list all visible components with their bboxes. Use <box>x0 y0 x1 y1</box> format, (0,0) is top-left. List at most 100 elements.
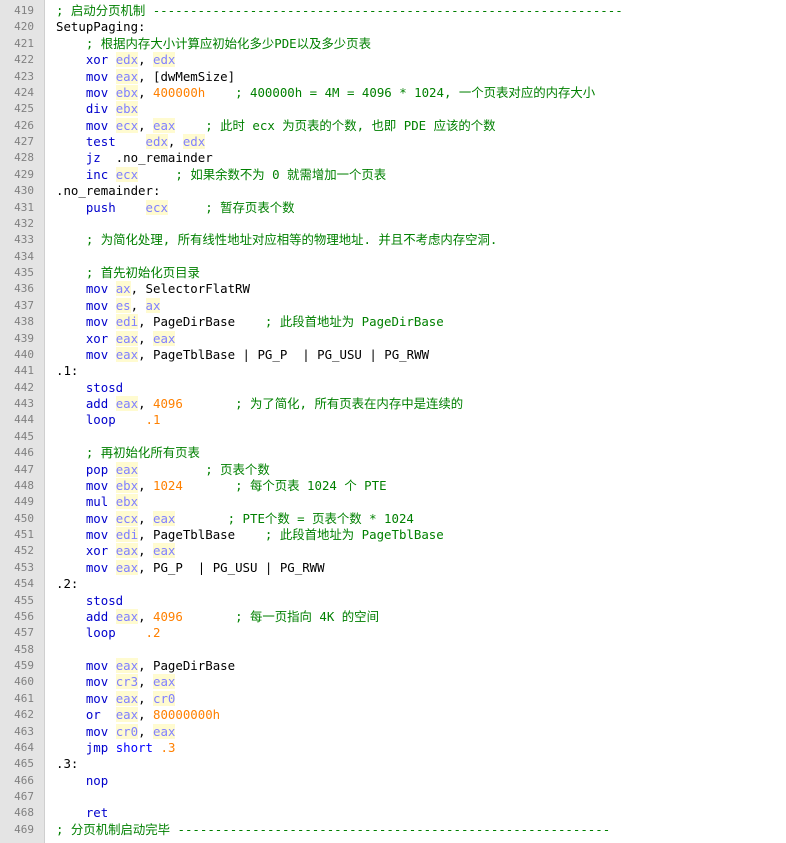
code-token: , <box>138 608 154 624</box>
code-line[interactable]: 455 stosd <box>0 593 786 609</box>
line-number: 469 <box>14 822 34 836</box>
instruction-token: stosd <box>85 379 124 395</box>
code-line[interactable]: 446 ; 再初始化所有页表 <box>0 445 786 461</box>
code-line[interactable]: 462 or eax, 80000000h <box>0 707 786 723</box>
code-line[interactable]: 468 ret <box>0 805 786 821</box>
code-text: add eax, 4096 ; 为了简化, 所有页表在内存中是连续的 <box>56 396 463 412</box>
code-line[interactable]: 469 ; 分页机制启动完毕 --------------------------… <box>0 822 786 838</box>
code-line[interactable]: 438 mov edi, PageDirBase ; 此段首地址为 PageDi… <box>0 314 786 330</box>
code-line[interactable]: 459 mov eax, PageDirBase <box>0 658 786 674</box>
code-line[interactable]: 440 mov eax, PageTblBase | PG_P | PG_USU… <box>0 346 786 363</box>
code-line[interactable]: 454 .2: <box>0 576 786 592</box>
code-line[interactable]: 464 jmp short .3 <box>0 740 786 756</box>
label-token: .no_remainder: <box>56 183 161 199</box>
code-line[interactable]: 447 pop eax ; 页表个数 <box>0 461 786 478</box>
instruction-token: mov <box>85 510 109 526</box>
code-line[interactable]: 449 mul ebx <box>0 494 786 510</box>
code-line[interactable]: 430 .no_remainder: <box>0 183 786 199</box>
code-line[interactable]: 432 <box>0 216 786 232</box>
code-line[interactable]: 453 mov eax, PG_P | PG_USU | PG_RWW <box>0 559 786 576</box>
code-line[interactable]: 427 test edx, edx <box>0 134 786 150</box>
line-number: 431 <box>14 200 34 214</box>
code-line[interactable]: 466 nop <box>0 773 786 789</box>
number-token: 1024 <box>153 477 183 493</box>
code-line[interactable]: 463 mov cr0, eax <box>0 723 786 740</box>
code-line[interactable]: 420 SetupPaging: <box>0 19 786 35</box>
register-token: edx <box>115 52 139 68</box>
code-line[interactable]: 458 <box>0 642 786 658</box>
code-token: , <box>138 543 154 559</box>
code-line[interactable]: 448 mov ebx, 1024 ; 每个页表 1024 个 PTE <box>0 477 786 494</box>
line-number: 455 <box>14 593 34 607</box>
code-text: ; 分页机制启动完毕 -----------------------------… <box>56 822 610 838</box>
code-line[interactable]: 421 ; 根据内存大小计算应初始化多少PDE以及多少页表 <box>0 36 786 52</box>
code-line[interactable]: 434 <box>0 249 786 265</box>
code-line[interactable]: 429 inc ecx ; 如果余数不为 0 就需增加一个页表 <box>0 166 786 183</box>
instruction-token: mov <box>85 559 109 575</box>
code-line[interactable]: 465 .3: <box>0 756 786 772</box>
line-number: 441 <box>14 364 34 378</box>
code-line[interactable]: 424 mov ebx, 400000h ; 400000h = 4M = 40… <box>0 84 786 101</box>
code-text: SetupPaging: <box>56 19 146 35</box>
code-line[interactable]: 460 mov cr3, eax <box>0 674 786 690</box>
code-line[interactable]: 425 div ebx <box>0 101 786 117</box>
code-line[interactable]: 456 add eax, 4096 ; 每一页指向 4K 的空间 <box>0 608 786 625</box>
code-token: , <box>138 690 154 706</box>
code-line[interactable]: 467 <box>0 789 786 805</box>
code-line[interactable]: 431 push ecx ; 暂存页表个数 <box>0 199 786 216</box>
code-line[interactable]: 442 stosd <box>0 380 786 396</box>
code-line[interactable]: 435 ; 首先初始化页目录 <box>0 265 786 281</box>
code-line[interactable]: 419 ; 启动分页机制 ----------------------------… <box>0 3 786 19</box>
code-line[interactable]: 423 mov eax, [dwMemSize] <box>0 68 786 85</box>
code-token: , PageDirBase <box>138 658 236 673</box>
instruction-token: mul <box>85 494 109 510</box>
code-line[interactable]: 443 add eax, 4096 ; 为了简化, 所有页表在内存中是连续的 <box>0 396 786 412</box>
instruction-token: mov <box>85 84 109 100</box>
code-text: ; 首先初始化页目录 <box>56 265 200 281</box>
code-text: mov ecx, eax ; 此时 ecx 为页表的个数, 也即 PDE 应该的… <box>56 117 496 134</box>
code-line[interactable]: 436 mov ax, SelectorFlatRW <box>0 281 786 297</box>
code-line[interactable]: 441 .1: <box>0 363 786 379</box>
code-line[interactable]: 444 loop .1 <box>0 412 786 428</box>
code-line[interactable]: 452 xor eax, eax <box>0 543 786 559</box>
line-number: 447 <box>14 462 34 476</box>
code-line[interactable]: 437 mov es, ax <box>0 297 786 314</box>
code-line[interactable]: 461 mov eax, cr0 <box>0 690 786 707</box>
code-line[interactable]: 428 jz .no_remainder <box>0 150 786 166</box>
instruction-token: mov <box>85 297 109 313</box>
code-text: mov eax, PageDirBase <box>56 658 235 674</box>
code-line[interactable]: 422 xor edx, edx <box>0 52 786 68</box>
code-editor[interactable]: 419 ; 启动分页机制 ----------------------------… <box>0 0 786 843</box>
register-token: ebx <box>115 84 139 100</box>
register-token: ax <box>145 297 161 313</box>
register-token: eax <box>115 396 139 411</box>
instruction-token: mov <box>85 117 109 133</box>
code-line[interactable]: 450 mov ecx, eax ; PTE个数 = 页表个数 * 1024 <box>0 510 786 527</box>
code-line[interactable]: 439 xor eax, eax <box>0 330 786 347</box>
line-number: 458 <box>14 642 34 656</box>
code-line[interactable]: 445 <box>0 429 786 445</box>
line-number: 442 <box>14 380 34 394</box>
code-line[interactable]: 451 mov edi, PageTblBase ; 此段首地址为 PageTb… <box>0 527 786 543</box>
comment-token: ; 此时 ecx 为页表的个数, 也即 PDE 应该的个数 <box>205 117 496 133</box>
line-number: 439 <box>14 331 34 345</box>
code-token: , PG_P | PG_USU | PG_RWW <box>138 559 325 575</box>
comment-token: ; 为简化处理, 所有线性地址对应相等的物理地址. 并且不考虑内存空洞. <box>85 232 498 248</box>
comment-token: ; 再初始化所有页表 <box>85 445 200 461</box>
register-token: eax <box>115 346 139 362</box>
code-line[interactable]: 433 ; 为简化处理, 所有线性地址对应相等的物理地址. 并且不考虑内存空洞. <box>0 232 786 248</box>
code-line[interactable]: 426 mov ecx, eax ; 此时 ecx 为页表的个数, 也即 PDE… <box>0 117 786 134</box>
code-line[interactable]: 457 loop .2 <box>0 625 786 641</box>
